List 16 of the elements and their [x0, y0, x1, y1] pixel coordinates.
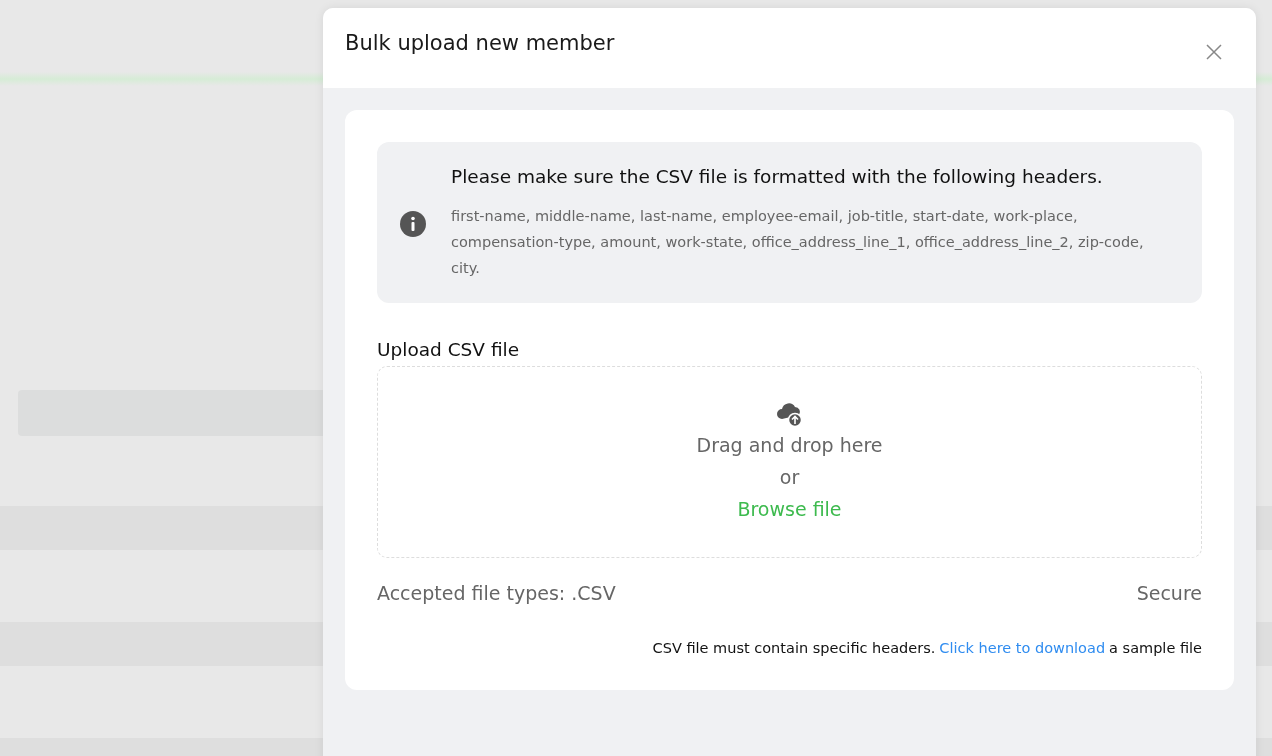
upload-label: Upload CSV file	[377, 339, 521, 360]
close-icon[interactable]	[1206, 44, 1222, 60]
browse-link[interactable]: Browse file	[737, 495, 842, 523]
secure-label: Secure	[1136, 582, 1202, 604]
notice-heading: Please make sure the CSV file is formatted with the following headers.	[451, 166, 1104, 187]
drop-zone[interactable]: Drag and drop here or Browse file	[377, 366, 1202, 558]
download-link[interactable]: Click here to download	[939, 640, 1106, 656]
footnote-text: a sample file	[1109, 640, 1202, 656]
footnote-text: CSV file must contain specific headers.	[652, 640, 936, 656]
cloud-upload-icon	[775, 401, 804, 427]
info-icon	[399, 209, 427, 238]
drop-text: Drag and drop here	[696, 433, 883, 458]
or-text: or	[779, 465, 800, 490]
dialog-title: Bulk upload new member	[345, 31, 615, 55]
header-list: first-name, middle-name, last-name, employee-email, job-title, start-date, work-place, compensation-type, amount, work-state, office_address_line_1, office_address_line_2, zip-code, city.	[451, 203, 1176, 281]
accepted-types: Accepted file types: .CSV	[377, 582, 616, 604]
